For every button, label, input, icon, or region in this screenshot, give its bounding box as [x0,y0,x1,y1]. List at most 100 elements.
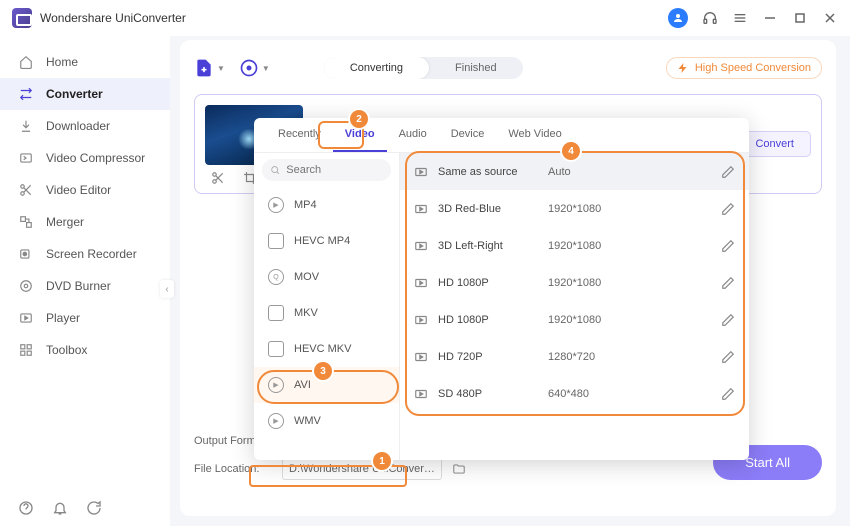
callout-badge-1: 1 [373,452,391,470]
chevron-down-icon: ▼ [217,64,225,73]
video-icon [414,313,428,327]
format-item-mkv[interactable]: MKV [254,295,399,331]
converter-icon [18,86,34,102]
sidebar-collapse-handle[interactable]: ‹ [160,280,174,298]
preset-resolution: 1920*1080 [548,240,648,252]
preset-row[interactable]: SD 480P640*480 [400,375,749,412]
preset-row[interactable]: HD 1080P1920*1080 [400,264,749,301]
record-icon [18,246,34,262]
add-disc-button[interactable]: ▼ [239,58,270,78]
format-label: HEVC MP4 [294,235,350,247]
format-popup: Recently Video Audio Device Web Video ▶M… [254,118,749,460]
preset-edit-icon[interactable] [721,202,735,216]
trim-icon[interactable] [211,171,225,185]
main-toolbar: ▼ ▼ Converting Finished High Speed Conve… [194,50,822,86]
format-item-hevcmp4[interactable]: HEVC MP4 [254,223,399,259]
sidebar-item-label: Video Editor [46,183,111,197]
status-bar-icons [18,500,102,516]
preset-resolution: 1920*1080 [548,314,648,326]
preset-row[interactable]: HD 720P1280*720 [400,338,749,375]
sidebar-item-label: DVD Burner [46,279,111,293]
app-title: Wondershare UniConverter [40,11,186,25]
close-icon[interactable] [822,10,838,26]
video-icon [414,165,428,179]
preset-edit-icon[interactable] [721,276,735,290]
preset-resolution: 1280*720 [548,351,648,363]
popup-tab-recently[interactable]: Recently [266,118,333,152]
format-list: ▶ MP4 HEVC MP4 QMOV MKV HEVC MKV ▶ AVI ▶WM… [254,153,400,460]
format-icon [268,341,284,357]
high-speed-button[interactable]: High Speed Conversion [666,57,822,79]
format-label: MP4 [294,199,317,211]
video-icon [414,350,428,364]
minimize-icon[interactable] [762,10,778,26]
preset-name: HD 1080P [438,277,548,289]
format-label: WMV [294,415,321,427]
compress-icon [18,150,34,166]
video-icon [414,387,428,401]
scissors-icon [18,182,34,198]
convert-button[interactable]: Convert [738,131,811,157]
grid-icon [18,342,34,358]
chevron-down-icon: ▼ [262,64,270,73]
sidebar-item-converter[interactable]: Converter [0,78,170,110]
file-location-select[interactable]: D:\Wondershare UniConverter [282,458,442,480]
preset-resolution: 1920*1080 [548,203,648,215]
video-icon [414,202,428,216]
maximize-icon[interactable] [792,10,808,26]
menu-icon[interactable] [732,10,748,26]
sidebar-item-editor[interactable]: Video Editor [0,174,170,206]
disc-icon [18,278,34,294]
tab-finished[interactable]: Finished [429,57,523,79]
bell-icon[interactable] [52,500,68,516]
tab-converting[interactable]: Converting [324,57,429,79]
search-icon [270,164,280,176]
sidebar-item-recorder[interactable]: Screen Recorder [0,238,170,270]
preset-edit-icon[interactable] [721,313,735,327]
preset-edit-icon[interactable] [721,387,735,401]
high-speed-label: High Speed Conversion [695,62,811,74]
format-label: MKV [294,307,318,319]
preset-row[interactable]: 3D Red-Blue1920*1080 [400,190,749,227]
format-item-hevcmkv[interactable]: HEVC MKV [254,331,399,367]
feedback-icon[interactable] [86,500,102,516]
format-label: AVI [294,379,311,391]
format-label: MOV [294,271,319,283]
format-item-wmv[interactable]: ▶WMV [254,403,399,439]
sidebar: Home Converter Downloader Video Compress… [0,36,170,526]
popup-tab-audio[interactable]: Audio [387,118,439,152]
sidebar-item-player[interactable]: Player [0,302,170,334]
format-icon: ▶ [268,197,284,213]
preset-edit-icon[interactable] [721,165,735,179]
preset-row[interactable]: 3D Left-Right1920*1080 [400,227,749,264]
file-location-value: D:\Wondershare UniConverter [289,463,435,475]
add-file-button[interactable]: ▼ [194,58,225,78]
open-folder-icon[interactable] [452,462,466,476]
format-item-mov[interactable]: QMOV [254,259,399,295]
sidebar-item-merger[interactable]: Merger [0,206,170,238]
account-avatar[interactable] [668,8,688,28]
preset-row[interactable]: HD 1080P1920*1080 [400,301,749,338]
format-search[interactable] [262,159,391,181]
sidebar-item-dvd[interactable]: DVD Burner [0,270,170,302]
sidebar-item-toolbox[interactable]: Toolbox [0,334,170,366]
sidebar-item-home[interactable]: Home [0,46,170,78]
sidebar-item-compressor[interactable]: Video Compressor [0,142,170,174]
headset-icon[interactable] [702,10,718,26]
preset-name: Same as source [438,166,548,178]
help-icon[interactable] [18,500,34,516]
format-icon [268,305,284,321]
sidebar-item-label: Merger [46,215,84,229]
preset-edit-icon[interactable] [721,350,735,364]
format-item-mp4[interactable]: ▶ MP4 [254,187,399,223]
callout-badge-3: 3 [314,362,332,380]
preset-resolution: 1920*1080 [548,277,648,289]
preset-name: 3D Left-Right [438,240,548,252]
video-icon [414,239,428,253]
popup-tab-device[interactable]: Device [439,118,497,152]
sidebar-item-downloader[interactable]: Downloader [0,110,170,142]
search-input[interactable] [286,164,383,176]
preset-name: HD 720P [438,351,548,363]
preset-edit-icon[interactable] [721,239,735,253]
play-icon [18,310,34,326]
